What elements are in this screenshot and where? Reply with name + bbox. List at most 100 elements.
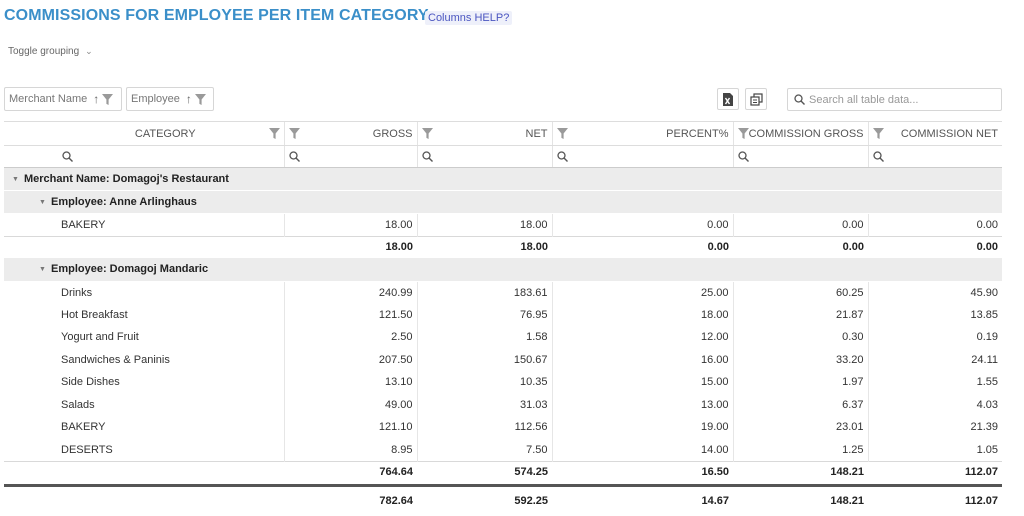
- column-header-label: PERCENT%: [568, 128, 729, 140]
- cell-category: Salads: [4, 394, 284, 417]
- funnel-icon[interactable]: [873, 128, 884, 139]
- filter-cell-gross[interactable]: [284, 146, 417, 168]
- cell-category: Yogurt and Fruit: [4, 326, 284, 349]
- table-row[interactable]: Drinks240.99183.6125.0060.2545.90: [4, 281, 1002, 304]
- triangle-down-icon[interactable]: ▼: [39, 266, 51, 273]
- arrow-up-icon[interactable]: ↑: [186, 92, 192, 106]
- cell-commission-net: 21.39: [868, 416, 1002, 439]
- search-input[interactable]: [809, 94, 999, 106]
- grand-total-commission-gross: 148.21: [733, 485, 868, 516]
- magnifier-icon[interactable]: [62, 151, 280, 162]
- magnifier-icon[interactable]: [557, 151, 729, 162]
- grand-total-commission-net: 112.07: [868, 485, 1002, 516]
- filter-cell-percent[interactable]: [552, 146, 733, 168]
- subtotal-commission-gross: 148.21: [733, 461, 868, 483]
- subtotal-net: 18.00: [417, 236, 552, 258]
- commissions-table: CATEGORY GROSS NET PERCENT% COMMISSION G…: [4, 121, 1002, 516]
- cell-net: 112.56: [417, 416, 552, 439]
- magnifier-icon[interactable]: [738, 151, 864, 162]
- filter-cell-category[interactable]: [4, 146, 284, 168]
- cell-percent: 14.00: [552, 439, 733, 462]
- table-row[interactable]: Yogurt and Fruit2.501.5812.000.300.19: [4, 326, 1002, 349]
- export-excel-button[interactable]: [717, 88, 739, 110]
- cell-commission-gross: 1.25: [733, 439, 868, 462]
- arrow-up-icon[interactable]: ↑: [93, 92, 99, 106]
- grand-total-spacer: [4, 485, 284, 516]
- funnel-icon[interactable]: [422, 128, 433, 139]
- cell-net: 1.58: [417, 326, 552, 349]
- group-chip-merchant[interactable]: Merchant Name ↑: [4, 87, 122, 111]
- cell-commission-net: 24.11: [868, 349, 1002, 372]
- magnifier-icon[interactable]: [873, 151, 999, 162]
- cell-gross: 18.00: [284, 214, 417, 237]
- table-row[interactable]: Hot Breakfast121.5076.9518.0021.8713.85: [4, 304, 1002, 327]
- cell-percent: 0.00: [552, 214, 733, 237]
- toggle-grouping[interactable]: Toggle grouping⌄: [8, 46, 93, 57]
- filter-cell-commission-gross[interactable]: [733, 146, 868, 168]
- cell-category: BAKERY: [4, 416, 284, 439]
- cell-commission-net: 4.03: [868, 394, 1002, 417]
- cell-gross: 240.99: [284, 281, 417, 304]
- column-header-percent[interactable]: PERCENT%: [552, 122, 733, 146]
- column-header-category[interactable]: CATEGORY: [4, 122, 284, 146]
- table-row[interactable]: DESERTS8.957.5014.001.251.05: [4, 439, 1002, 462]
- subtotal-gross: 18.00: [284, 236, 417, 258]
- funnel-icon[interactable]: [289, 128, 300, 139]
- cell-percent: 25.00: [552, 281, 733, 304]
- cell-percent: 13.00: [552, 394, 733, 417]
- magnifier-icon[interactable]: [289, 151, 413, 162]
- cell-commission-gross: 0.30: [733, 326, 868, 349]
- table-row[interactable]: Side Dishes13.1010.3515.001.971.55: [4, 371, 1002, 394]
- cell-net: 31.03: [417, 394, 552, 417]
- cell-gross: 49.00: [284, 394, 417, 417]
- cell-commission-gross: 6.37: [733, 394, 868, 417]
- group-label: Employee: Anne Arlinghaus: [51, 196, 197, 208]
- cell-net: 18.00: [417, 214, 552, 237]
- table-search[interactable]: [787, 88, 1002, 111]
- table-body: ▼Merchant Name: Domagoj's Restaurant▼Emp…: [4, 168, 1002, 516]
- column-header-label: NET: [433, 128, 548, 140]
- subtotal-commission-net: 0.00: [868, 236, 1002, 258]
- column-header-net[interactable]: NET: [417, 122, 552, 146]
- group-chip-employee[interactable]: Employee ↑: [126, 87, 214, 111]
- cell-category: Side Dishes: [4, 371, 284, 394]
- cell-gross: 8.95: [284, 439, 417, 462]
- cell-category: Hot Breakfast: [4, 304, 284, 327]
- table-row[interactable]: BAKERY121.10112.5619.0023.0121.39: [4, 416, 1002, 439]
- grand-total-net: 592.25: [417, 485, 552, 516]
- filter-cell-net[interactable]: [417, 146, 552, 168]
- funnel-icon[interactable]: [269, 128, 280, 139]
- column-header-label: COMMISSION NET: [884, 128, 999, 140]
- header-row: CATEGORY GROSS NET PERCENT% COMMISSION G…: [4, 122, 1002, 146]
- chevron-down-icon: ⌄: [85, 46, 93, 57]
- table-row[interactable]: Salads49.0031.0313.006.374.03: [4, 394, 1002, 417]
- table-row[interactable]: BAKERY18.0018.000.000.000.00: [4, 214, 1002, 237]
- funnel-icon[interactable]: [195, 94, 206, 105]
- table-row[interactable]: Sandwiches & Paninis207.50150.6716.0033.…: [4, 349, 1002, 372]
- columns-chooser-button[interactable]: [745, 88, 767, 110]
- cell-category: DESERTS: [4, 439, 284, 462]
- subtotal-percent: 0.00: [552, 236, 733, 258]
- cell-category: Sandwiches & Paninis: [4, 349, 284, 372]
- column-header-commission-net[interactable]: COMMISSION NET: [868, 122, 1002, 146]
- group-row-employee[interactable]: ▼Employee: Anne Arlinghaus: [4, 191, 1002, 214]
- funnel-icon[interactable]: [738, 128, 749, 139]
- cell-commission-net: 45.90: [868, 281, 1002, 304]
- grand-total-gross: 782.64: [284, 485, 417, 516]
- magnifier-icon[interactable]: [422, 151, 548, 162]
- funnel-icon[interactable]: [102, 94, 113, 105]
- grand-total-percent: 14.67: [552, 485, 733, 516]
- triangle-down-icon[interactable]: ▼: [12, 176, 24, 183]
- columns-icon: [750, 93, 763, 106]
- triangle-down-icon[interactable]: ▼: [39, 199, 51, 206]
- funnel-icon[interactable]: [557, 128, 568, 139]
- filter-cell-commission-net[interactable]: [868, 146, 1002, 168]
- group-row-employee[interactable]: ▼Employee: Domagoj Mandaric: [4, 258, 1002, 281]
- group-row-merchant[interactable]: ▼Merchant Name: Domagoj's Restaurant: [4, 168, 1002, 191]
- columns-help-link[interactable]: Columns HELP?: [425, 11, 512, 25]
- group-chip-label: Employee: [131, 93, 180, 105]
- column-header-gross[interactable]: GROSS: [284, 122, 417, 146]
- column-header-label: GROSS: [300, 128, 413, 140]
- column-header-commission-gross[interactable]: COMMISSION GROSS: [733, 122, 868, 146]
- cell-net: 150.67: [417, 349, 552, 372]
